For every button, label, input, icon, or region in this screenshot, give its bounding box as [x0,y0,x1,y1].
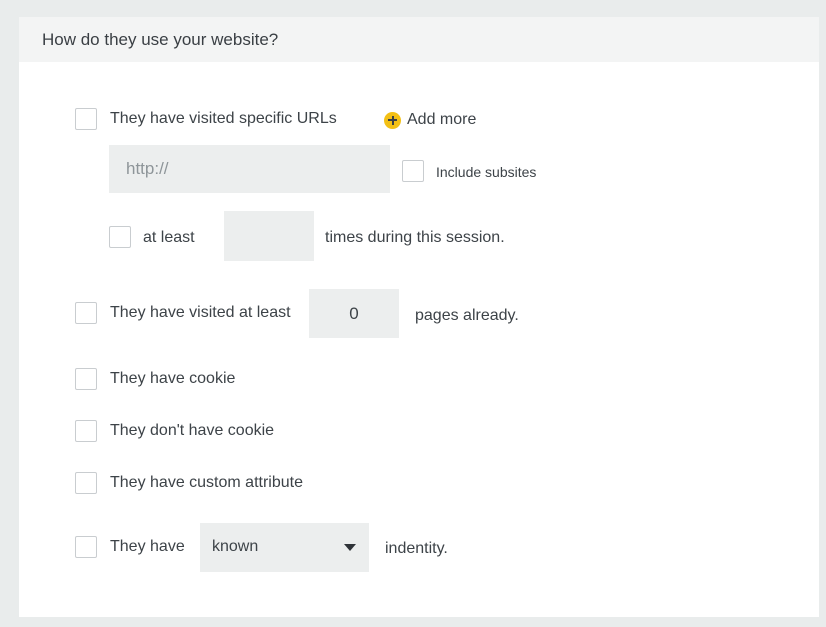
at-least-label: at least [143,229,195,246]
visited-pages-checkbox[interactable] [75,302,97,324]
identity-suffix-label: indentity. [385,540,448,557]
has-cookie-label: They have cookie [110,370,236,387]
has-cookie-checkbox[interactable] [75,368,97,390]
identity-prefix-label: They have [110,538,185,555]
visited-urls-checkbox[interactable] [75,108,97,130]
plus-circle-icon [384,111,401,129]
website-usage-panel: How do they use your website? They have … [19,17,819,617]
identity-select[interactable]: known [200,523,369,572]
page-frame: How do they use your website? They have … [4,3,822,623]
caret-down-icon [344,544,356,551]
visited-pages-label: They have visited at least [110,304,291,321]
at-least-checkbox[interactable] [109,226,131,248]
visited-urls-label: They have visited specific URLs [110,110,337,127]
panel-header: How do they use your website? [19,17,819,62]
custom-attribute-checkbox[interactable] [75,472,97,494]
include-subsites-checkbox[interactable] [402,160,424,182]
url-input[interactable] [109,145,390,193]
pages-count-input[interactable] [309,289,399,338]
pages-suffix-label: pages already. [415,307,519,324]
no-cookie-label: They don't have cookie [110,422,275,439]
identity-select-value: known [212,538,259,555]
times-input[interactable] [224,211,314,261]
identity-checkbox[interactable] [75,536,97,558]
add-more-button[interactable]: Add more [384,110,476,130]
add-more-label: Add more [407,111,477,128]
times-suffix-label: times during this session. [325,229,505,246]
panel-title: How do they use your website? [42,30,279,49]
no-cookie-checkbox[interactable] [75,420,97,442]
include-subsites-label: Include subsites [436,164,537,180]
custom-attribute-label: They have custom attribute [110,474,303,491]
